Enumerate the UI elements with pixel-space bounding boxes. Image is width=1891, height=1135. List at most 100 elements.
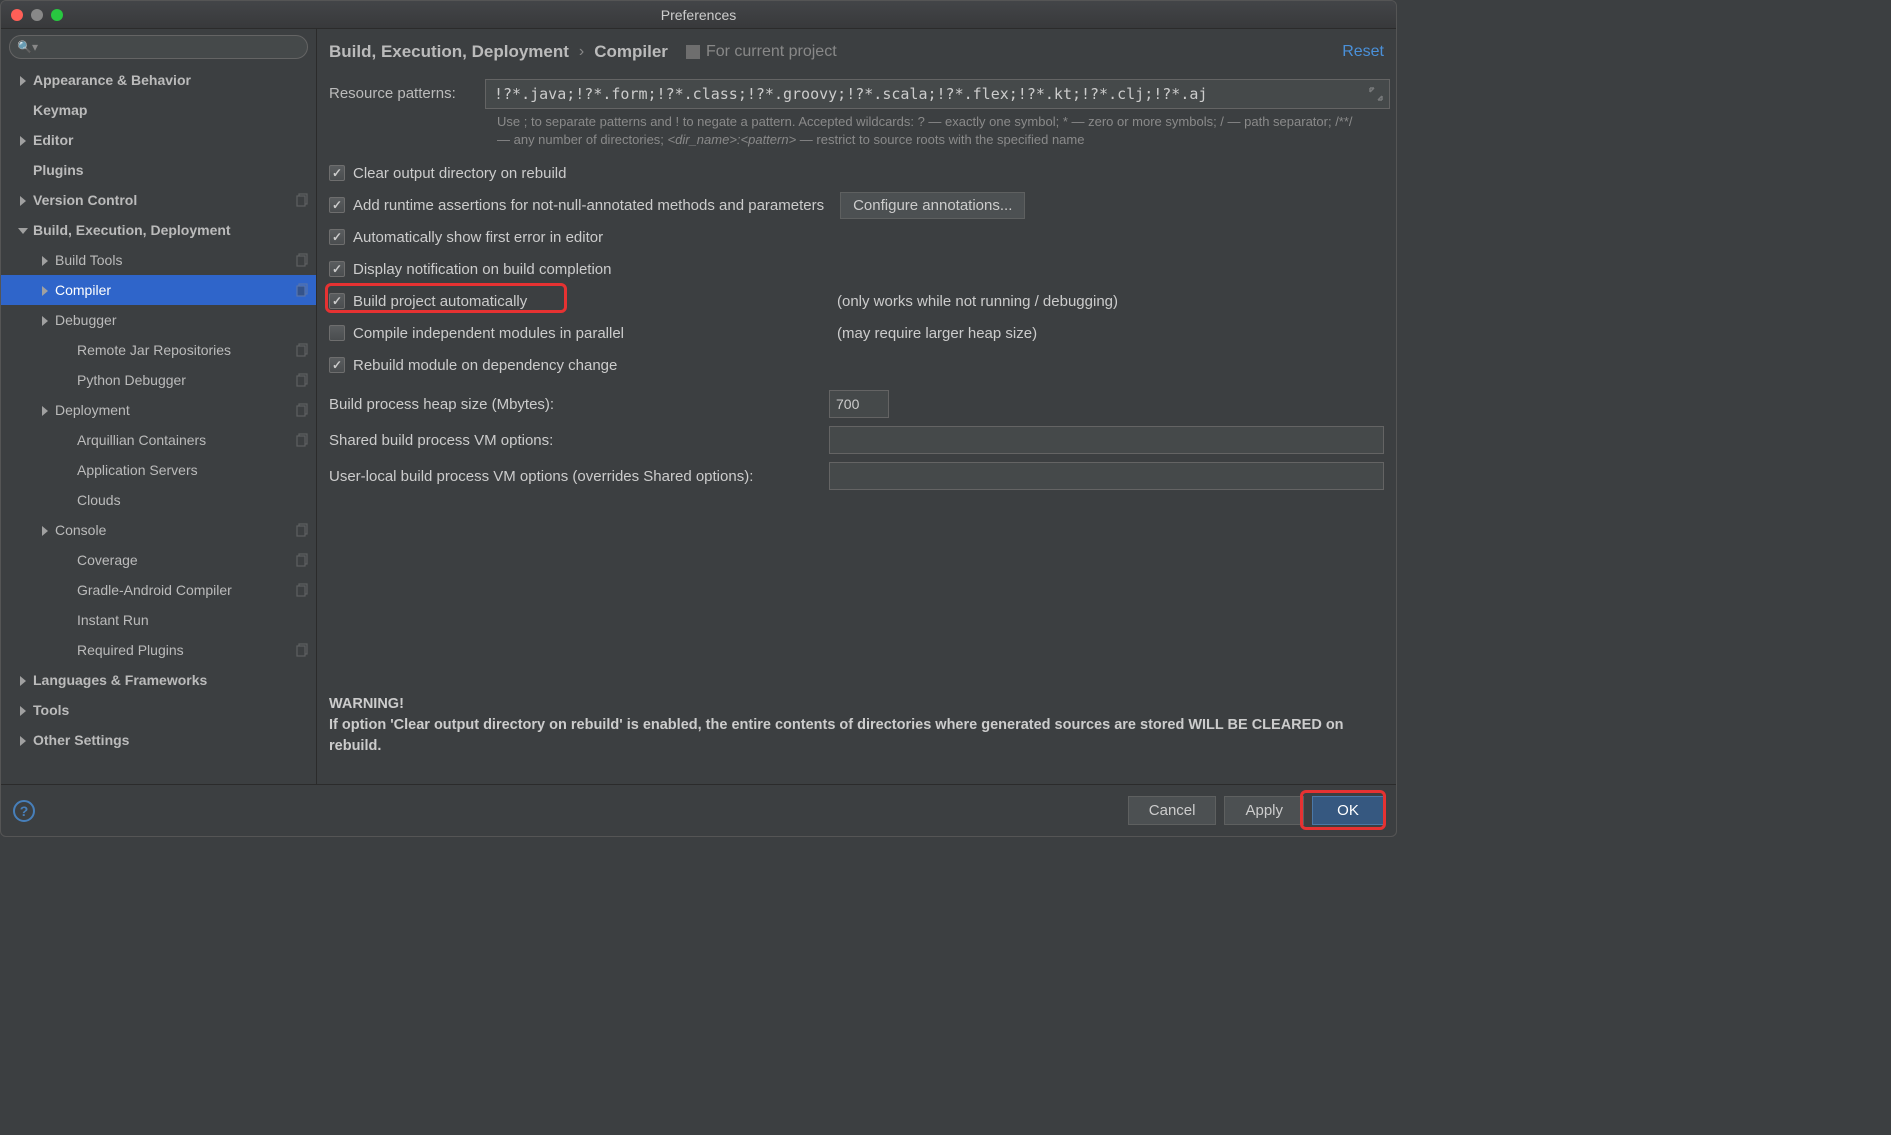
checkbox-label[interactable]: Display notification on build completion xyxy=(353,261,611,278)
tree-item-label: Build, Execution, Deployment xyxy=(33,222,231,238)
breadcrumb-2: Compiler xyxy=(594,42,668,62)
tree-item-other-settings[interactable]: Other Settings xyxy=(1,725,316,755)
checkbox-label[interactable]: Add runtime assertions for not-null-anno… xyxy=(353,197,824,214)
checkbox[interactable] xyxy=(329,357,345,373)
tree-item-label: Console xyxy=(55,522,106,538)
chevron-right-icon[interactable] xyxy=(17,194,29,206)
chevron-right-icon[interactable] xyxy=(39,524,51,536)
project-scope-icon xyxy=(296,373,310,387)
checkbox-label[interactable]: Clear output directory on rebuild xyxy=(353,165,566,182)
tree-item-python-debugger[interactable]: Python Debugger xyxy=(1,365,316,395)
help-button[interactable]: ? xyxy=(13,800,35,822)
check-row: Add runtime assertions for not-null-anno… xyxy=(329,190,1384,220)
checkbox[interactable] xyxy=(329,293,345,309)
chevron-right-icon[interactable] xyxy=(17,704,29,716)
tree-item-debugger[interactable]: Debugger xyxy=(1,305,316,335)
checkbox-note: (only works while not running / debuggin… xyxy=(837,293,1118,310)
chevron-right-icon[interactable] xyxy=(17,734,29,746)
tree-item-tools[interactable]: Tools xyxy=(1,695,316,725)
tree-item-console[interactable]: Console xyxy=(1,515,316,545)
chevron-right-icon[interactable] xyxy=(39,284,51,296)
minimize-icon[interactable] xyxy=(31,9,43,21)
tree-item-arquillian-containers[interactable]: Arquillian Containers xyxy=(1,425,316,455)
ok-button[interactable]: OK xyxy=(1312,796,1384,825)
tree-item-deployment[interactable]: Deployment xyxy=(1,395,316,425)
tree-item-label: Keymap xyxy=(33,102,87,118)
tree-item-version-control[interactable]: Version Control xyxy=(1,185,316,215)
tree-item-remote-jar-repositories[interactable]: Remote Jar Repositories xyxy=(1,335,316,365)
checkbox[interactable] xyxy=(329,325,345,341)
tree-item-label: Gradle-Android Compiler xyxy=(77,582,232,598)
tree-item-build-execution-deployment[interactable]: Build, Execution, Deployment xyxy=(1,215,316,245)
chevron-right-icon[interactable] xyxy=(39,404,51,416)
checkbox-label[interactable]: Compile independent modules in parallel xyxy=(353,325,624,342)
tree-item-appearance-behavior[interactable]: Appearance & Behavior xyxy=(1,65,316,95)
breadcrumb-bar: Build, Execution, Deployment › Compiler … xyxy=(317,29,1396,75)
breadcrumb-1: Build, Execution, Deployment xyxy=(329,42,569,62)
apply-button[interactable]: Apply xyxy=(1224,796,1304,825)
arrow-spacer xyxy=(61,584,73,596)
window-controls xyxy=(1,9,63,21)
check-row: Compile independent modules in parallel(… xyxy=(329,318,1384,348)
checkbox[interactable] xyxy=(329,261,345,277)
tree-item-keymap[interactable]: Keymap xyxy=(1,95,316,125)
chevron-right-icon[interactable] xyxy=(17,674,29,686)
tree-item-application-servers[interactable]: Application Servers xyxy=(1,455,316,485)
chevron-down-icon[interactable] xyxy=(17,224,29,236)
field-input[interactable] xyxy=(829,426,1384,454)
main-panel: Build, Execution, Deployment › Compiler … xyxy=(317,29,1396,784)
tree-item-required-plugins[interactable]: Required Plugins xyxy=(1,635,316,665)
tree-item-label: Build Tools xyxy=(55,252,122,268)
tree-item-label: Application Servers xyxy=(77,462,198,478)
search-input[interactable] xyxy=(9,35,308,59)
cancel-button[interactable]: Cancel xyxy=(1128,796,1217,825)
warning-body: If option 'Clear output directory on reb… xyxy=(329,715,1384,757)
configure-annotations-button[interactable]: Configure annotations... xyxy=(840,192,1025,219)
arrow-spacer xyxy=(61,344,73,356)
field-row: Shared build process VM options: xyxy=(329,422,1384,458)
tree-item-label: Debugger xyxy=(55,312,117,328)
project-scope-icon xyxy=(296,523,310,537)
reset-link[interactable]: Reset xyxy=(1342,43,1384,61)
resource-patterns-input[interactable] xyxy=(485,79,1390,109)
chevron-right-icon[interactable] xyxy=(39,254,51,266)
checkbox-label[interactable]: Build project automatically xyxy=(353,293,527,310)
zoom-icon[interactable] xyxy=(51,9,63,21)
project-scope-icon xyxy=(296,643,310,657)
chevron-right-icon[interactable] xyxy=(17,74,29,86)
tree-item-build-tools[interactable]: Build Tools xyxy=(1,245,316,275)
tree-item-label: Plugins xyxy=(33,162,84,178)
expand-icon[interactable] xyxy=(1368,86,1384,102)
tree-item-languages-frameworks[interactable]: Languages & Frameworks xyxy=(1,665,316,695)
chevron-right-icon[interactable] xyxy=(39,314,51,326)
checkbox-label[interactable]: Rebuild module on dependency change xyxy=(353,357,617,374)
check-row: Clear output directory on rebuild xyxy=(329,158,1384,188)
close-icon[interactable] xyxy=(11,9,23,21)
project-scope-icon xyxy=(296,193,310,207)
dialog-footer: ? Cancel Apply OK xyxy=(1,784,1396,836)
checkbox[interactable] xyxy=(329,165,345,181)
check-row: Automatically show first error in editor xyxy=(329,222,1384,252)
tree-item-gradle-android-compiler[interactable]: Gradle-Android Compiler xyxy=(1,575,316,605)
tree-item-clouds[interactable]: Clouds xyxy=(1,485,316,515)
field-input[interactable] xyxy=(829,462,1384,490)
tree-item-compiler[interactable]: Compiler xyxy=(1,275,316,305)
tree-item-editor[interactable]: Editor xyxy=(1,125,316,155)
arrow-spacer xyxy=(61,554,73,566)
tree-item-label: Compiler xyxy=(55,282,111,298)
arrow-spacer xyxy=(17,164,29,176)
arrow-spacer xyxy=(61,494,73,506)
preferences-window: Preferences 🔍▾ Appearance & BehaviorKeym… xyxy=(0,0,1397,837)
checkbox-label[interactable]: Automatically show first error in editor xyxy=(353,229,603,246)
tree-item-instant-run[interactable]: Instant Run xyxy=(1,605,316,635)
tree-item-label: Arquillian Containers xyxy=(77,432,206,448)
checkbox[interactable] xyxy=(329,229,345,245)
check-row: Rebuild module on dependency change xyxy=(329,350,1384,380)
chevron-right-icon[interactable] xyxy=(17,134,29,146)
tree-item-plugins[interactable]: Plugins xyxy=(1,155,316,185)
sidebar: 🔍▾ Appearance & BehaviorKeymapEditorPlug… xyxy=(1,29,317,784)
field-input[interactable] xyxy=(829,390,889,418)
checkbox[interactable] xyxy=(329,197,345,213)
tree-item-coverage[interactable]: Coverage xyxy=(1,545,316,575)
check-row: Display notification on build completion xyxy=(329,254,1384,284)
